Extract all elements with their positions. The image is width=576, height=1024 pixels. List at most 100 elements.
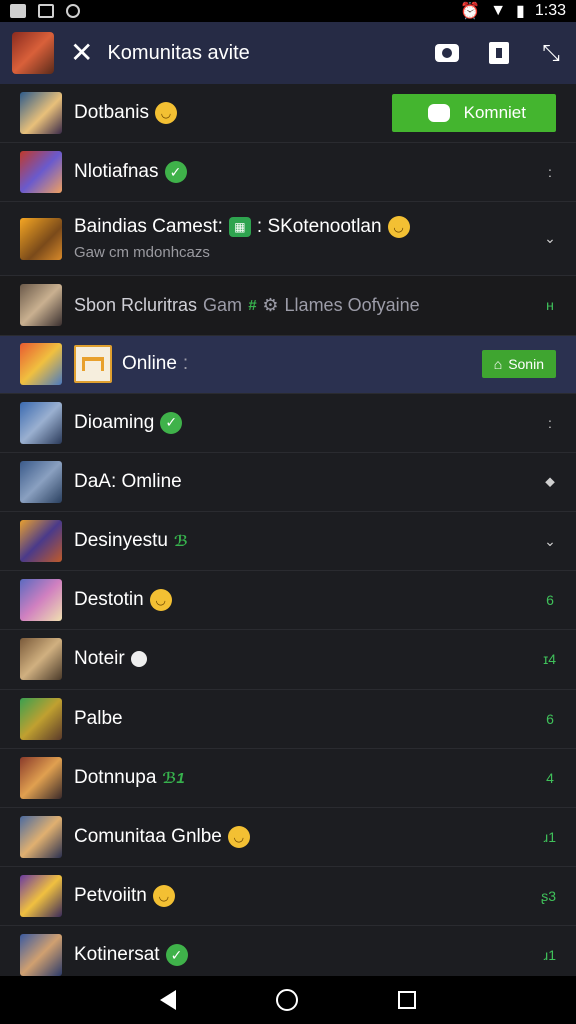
item-menu[interactable]: ⌄	[544, 230, 556, 247]
status-bar: ⏰ ▼ ▮ 1:33	[0, 0, 576, 22]
list-item[interactable]: Comunitaa Gnlbe ◡ ɹ1	[0, 808, 576, 868]
status-time: 1:33	[534, 2, 566, 19]
item-menu[interactable]: :	[544, 164, 556, 180]
close-icon[interactable]: ✕	[70, 39, 93, 67]
game-badge-icon: ▦	[228, 217, 251, 238]
share-button[interactable]	[486, 42, 512, 64]
list-item[interactable]: Destotin ◡ 6	[0, 571, 576, 631]
collapse-icon: ⤡	[542, 40, 560, 65]
page-title: Komunitas avite	[107, 41, 250, 64]
home-icon[interactable]	[276, 989, 298, 1011]
item-menu[interactable]: ⌄	[544, 533, 556, 550]
battery-icon: ▮	[516, 3, 525, 20]
gmail-icon	[10, 4, 26, 18]
avatar	[20, 520, 62, 563]
item-menu[interactable]: 6	[544, 592, 556, 608]
item-name: Comunitaa Gnlbe	[74, 825, 222, 847]
list-item[interactable]: DaA: Omline ⬥	[0, 453, 576, 512]
community-list: Dotbanis ◡ Komniet Nlotiafnas ✓ : Baindi…	[0, 84, 576, 986]
system-nav-bar	[0, 976, 576, 1024]
item-subtitle: Gaw cm mdonhcazs	[74, 244, 210, 262]
emoji-icon: ◡	[387, 216, 410, 239]
list-item[interactable]: Sbon Rcluritras Gam # ⚙ Llames Oofyaine …	[0, 276, 576, 336]
item-name: Baindias Camest:	[74, 216, 223, 238]
list-item[interactable]: Noteir ɪ4	[0, 630, 576, 690]
item-name: Desinyestu	[74, 530, 168, 552]
item-name: Sbon Rcluritras	[74, 294, 198, 315]
list-item[interactable]: Dotnnupa ℬ1 4	[0, 749, 576, 808]
item-menu[interactable]: :	[544, 415, 556, 431]
tag-icon: ℬ1	[162, 769, 185, 787]
avatar	[20, 401, 62, 444]
item-name: Dotbanis	[74, 102, 149, 124]
check-icon: ✓	[160, 411, 183, 434]
collapse-button[interactable]: ⤡	[538, 40, 564, 65]
status-dot-icon	[130, 651, 147, 668]
recents-icon[interactable]	[398, 991, 416, 1009]
item-name: Noteir	[74, 648, 125, 670]
item-name: Petvoiitn	[74, 885, 147, 907]
item-menu[interactable]: ɪ4	[543, 651, 556, 667]
avatar	[20, 217, 62, 260]
item-menu[interactable]: ɹ1	[544, 829, 556, 845]
list-item[interactable]: Dioaming ✓ :	[0, 394, 576, 453]
avatar	[20, 815, 62, 858]
tag-icon: ℬ	[174, 533, 188, 551]
chat-icon	[427, 104, 450, 123]
item-menu[interactable]: ʂ3	[541, 888, 556, 904]
item-menu[interactable]: ⬥	[544, 473, 556, 490]
item-menu[interactable]: ɹ1	[544, 947, 556, 963]
alarm-icon: ⏰	[460, 3, 481, 20]
list-item[interactable]: Desinyestu ℬ ⌄	[0, 512, 576, 572]
online-button-label: Sonin	[508, 356, 544, 373]
avatar	[20, 343, 62, 386]
item-menu[interactable]: 6	[544, 711, 556, 727]
avatar	[20, 284, 62, 327]
wifi-icon: ▼	[490, 2, 507, 19]
app-header: ✕ Komunitas avite ⤡	[0, 22, 576, 84]
avatar	[20, 756, 62, 799]
item-name: Online	[122, 353, 177, 375]
avatar	[20, 697, 62, 740]
item-menu[interactable]: 4	[544, 770, 556, 786]
avatar	[20, 934, 62, 977]
item-name-2: Gam	[203, 294, 243, 315]
item-name: DaA: Omline	[74, 470, 182, 492]
camera-button[interactable]	[434, 42, 460, 64]
trophy-icon	[74, 345, 112, 384]
image-icon	[38, 4, 54, 18]
item-name: Nlotiafnas	[74, 161, 159, 183]
camera-icon	[435, 44, 459, 62]
item-menu[interactable]: ʜ	[544, 297, 556, 313]
back-icon[interactable]	[160, 990, 176, 1010]
avatar	[20, 460, 62, 503]
community-thumbnail[interactable]	[12, 32, 54, 74]
item-name: Kotinersat	[74, 944, 160, 966]
hash-icon: #	[248, 296, 257, 314]
emoji-icon: ◡	[155, 102, 177, 125]
item-name-2: : SKotenootlan	[256, 216, 382, 238]
check-icon: ✓	[165, 944, 188, 967]
item-name: Palbe	[74, 707, 123, 729]
avatar	[20, 875, 62, 918]
item-name-3: Llames Oofyaine	[284, 294, 420, 315]
share-icon	[489, 42, 509, 64]
emoji-icon: ◡	[152, 885, 175, 908]
list-item[interactable]: Dotbanis ◡ Komniet	[0, 84, 576, 144]
avatar	[20, 638, 62, 681]
notification-icon	[66, 4, 80, 18]
emoji-icon: ◡	[227, 825, 250, 848]
list-item[interactable]: Palbe 6	[0, 690, 576, 749]
list-item[interactable]: Petvoiitn ◡ ʂ3	[0, 867, 576, 927]
item-name: Destotin	[74, 589, 144, 611]
online-button-icon: ⌂	[493, 356, 503, 373]
list-item[interactable]: Baindias Camest: ▦ : SKotenootlan ◡ Gaw …	[0, 202, 576, 277]
join-button[interactable]: Komniet	[391, 94, 556, 133]
list-item-highlighted[interactable]: Online : ⌂ Sonin	[0, 335, 576, 394]
list-item[interactable]: Nlotiafnas ✓ :	[0, 143, 576, 203]
item-suffix: :	[182, 353, 189, 375]
avatar	[20, 92, 62, 135]
check-icon: ✓	[164, 161, 187, 184]
item-name: Dotnnupa	[74, 766, 157, 788]
online-button[interactable]: ⌂ Sonin	[481, 350, 556, 379]
